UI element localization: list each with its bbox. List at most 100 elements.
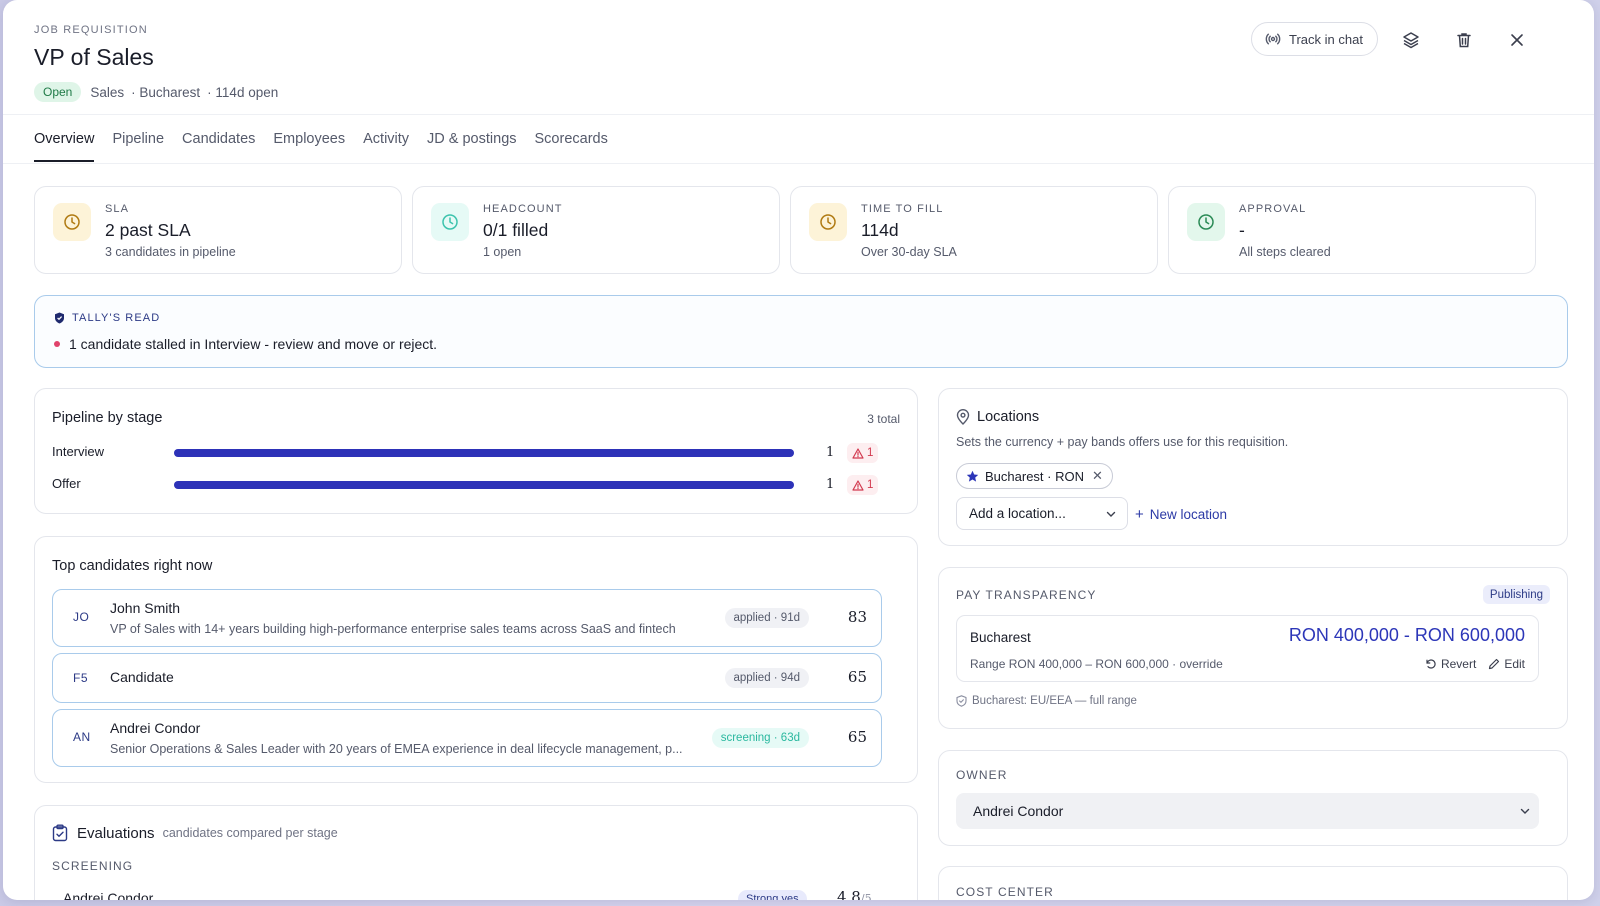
tab-candidates[interactable]: Candidates	[182, 131, 255, 162]
add-location-placeholder: Add a location...	[969, 506, 1066, 521]
stat-label: TIME TO FILL	[861, 203, 944, 215]
tab-activity[interactable]: Activity	[363, 131, 409, 162]
header-meta: Open Sales · Bucharest · 114d open	[34, 82, 285, 102]
stat-value: 0/1 filled	[483, 220, 549, 240]
location-chip[interactable]: Bucharest · RON ✕	[956, 463, 1113, 489]
stat-sub: All steps cleared	[1239, 245, 1331, 259]
stat-label: HEADCOUNT	[483, 203, 563, 215]
candidate-score: 65	[847, 728, 867, 746]
stage-bar-track	[174, 481, 794, 489]
warning-icon	[852, 447, 864, 459]
new-location-button[interactable]: + New location	[1135, 506, 1227, 523]
tab-jd-postings[interactable]: JD & postings	[427, 131, 516, 162]
header: JOB REQUISITION VP of Sales Open Sales ·…	[34, 24, 285, 102]
candidate-name: Andrei Condor	[110, 720, 201, 736]
stage-warning-count: 1	[867, 447, 874, 459]
pipeline-row-offer[interactable]: Offer 1 1	[52, 475, 900, 495]
evaluations-title: Evaluations	[77, 824, 155, 842]
pencil-icon	[1489, 658, 1500, 670]
department-label: Sales	[90, 84, 125, 100]
location-label: · Bucharest	[131, 84, 201, 100]
owner-value: Andrei Condor	[973, 803, 1064, 819]
stat-card-time-to-fill: TIME TO FILL 114d Over 30-day SLA	[790, 186, 1158, 274]
owner-card: OWNER Andrei Condor	[938, 750, 1568, 846]
stage-warning-badge: 1	[847, 443, 879, 463]
stat-sub: Over 30-day SLA	[861, 245, 957, 259]
pay-range-box: Bucharest RON 400,000 - RON 600,000 Rang…	[956, 615, 1539, 682]
locations-title: Locations	[977, 409, 1040, 425]
clock-icon	[431, 203, 469, 241]
stat-card-approval: APPROVAL - All steps cleared	[1168, 186, 1536, 274]
candidate-row[interactable]: AN Andrei Condor Senior Operations & Sal…	[52, 709, 882, 767]
tally-read-panel: TALLY'S READ 1 candidate stalled in Inte…	[34, 295, 1568, 368]
candidate-description: VP of Sales with 14+ years building high…	[110, 622, 676, 636]
stage-warning-count: 1	[867, 479, 874, 491]
tally-header: TALLY'S READ	[54, 312, 160, 324]
broadcast-icon	[1265, 33, 1281, 45]
warning-icon	[852, 479, 864, 491]
pay-range-sub: Range RON 400,000 – RON 600,000 · overri…	[970, 657, 1223, 671]
tab-pipeline[interactable]: Pipeline	[112, 131, 164, 162]
evaluations-subtitle: candidates compared per stage	[162, 826, 338, 840]
owner-select[interactable]: Andrei Condor	[956, 793, 1539, 829]
evaluation-verdict-badge: Strong yes	[738, 890, 807, 900]
top-candidates-title: Top candidates right now	[52, 558, 213, 574]
evaluation-score-max: /5	[860, 892, 872, 900]
candidate-description: Senior Operations & Sales Leader with 20…	[110, 742, 683, 756]
candidate-name: John Smith	[110, 600, 181, 616]
tally-label: TALLY'S READ	[72, 312, 161, 324]
revert-label: Revert	[1440, 657, 1477, 671]
candidate-row[interactable]: JO John Smith VP of Sales with 14+ years…	[52, 589, 882, 647]
location-chip-label: Bucharest · RON	[985, 468, 1084, 484]
pipeline-card: Pipeline by stage 3 total Interview 1 1 …	[34, 388, 918, 514]
clock-icon	[809, 203, 847, 241]
tab-employees[interactable]: Employees	[273, 131, 345, 162]
layers-icon[interactable]	[1399, 28, 1423, 52]
trash-icon[interactable]	[1452, 28, 1476, 52]
chevron-down-icon	[1520, 808, 1530, 814]
revert-button[interactable]: Revert	[1425, 657, 1476, 671]
candidate-score: 83	[847, 608, 867, 626]
header-divider	[3, 114, 1594, 115]
track-in-chat-button[interactable]: Track in chat	[1251, 22, 1378, 56]
pipeline-row-interview[interactable]: Interview 1 1	[52, 443, 900, 463]
owner-label: OWNER	[956, 768, 1008, 782]
top-candidates-card: Top candidates right now JO John Smith V…	[34, 536, 918, 783]
pay-actions: Revert Edit	[1413, 657, 1525, 671]
revert-icon	[1426, 659, 1436, 669]
remove-location-icon[interactable]: ✕	[1092, 468, 1103, 484]
evaluation-candidate-name[interactable]: Andrei Condor	[63, 890, 153, 900]
stage-warning-badge: 1	[847, 475, 879, 495]
cost-center-card: COST CENTER	[938, 866, 1568, 900]
stat-value: 114d	[861, 220, 899, 240]
tally-text: 1 candidate stalled in Interview - revie…	[69, 336, 438, 352]
stat-sub: 1 open	[483, 245, 522, 259]
stat-card-headcount: HEADCOUNT 0/1 filled 1 open	[412, 186, 780, 274]
locations-header: Locations	[956, 409, 1039, 425]
stage-count: 1	[826, 445, 835, 460]
pay-city: Bucharest	[970, 630, 1031, 645]
tab-bar: Overview Pipeline Candidates Employees A…	[34, 131, 626, 162]
evaluation-score: 4.8/5	[837, 888, 872, 900]
stat-label: SLA	[105, 203, 130, 215]
pay-range: RON 400,000 - RON 600,000	[1288, 625, 1525, 645]
add-location-select[interactable]: Add a location...	[956, 497, 1128, 530]
tab-scorecards[interactable]: Scorecards	[535, 131, 608, 162]
publishing-badge: Publishing	[1482, 585, 1550, 604]
pay-transparency-card: PAY TRANSPARENCY Publishing Bucharest RO…	[938, 567, 1568, 729]
edit-button[interactable]: Edit	[1488, 657, 1525, 671]
star-icon	[966, 470, 979, 482]
close-icon[interactable]	[1505, 28, 1529, 52]
chevron-down-icon	[1106, 511, 1116, 517]
pipeline-total: 3 total	[867, 412, 900, 426]
alert-dot-icon	[54, 341, 60, 347]
stage-bar-fill	[174, 481, 794, 489]
plus-icon: +	[1135, 506, 1144, 523]
page-eyebrow: JOB REQUISITION	[34, 24, 148, 36]
clock-icon	[1187, 203, 1225, 241]
requisition-modal: JOB REQUISITION VP of Sales Open Sales ·…	[3, 0, 1594, 900]
tab-overview[interactable]: Overview	[34, 131, 95, 162]
candidate-status-badge: applied · 91d	[724, 608, 809, 628]
evaluation-score-value: 4.8	[837, 888, 861, 900]
candidate-row[interactable]: F5 Candidate applied · 94d 65	[52, 653, 882, 703]
